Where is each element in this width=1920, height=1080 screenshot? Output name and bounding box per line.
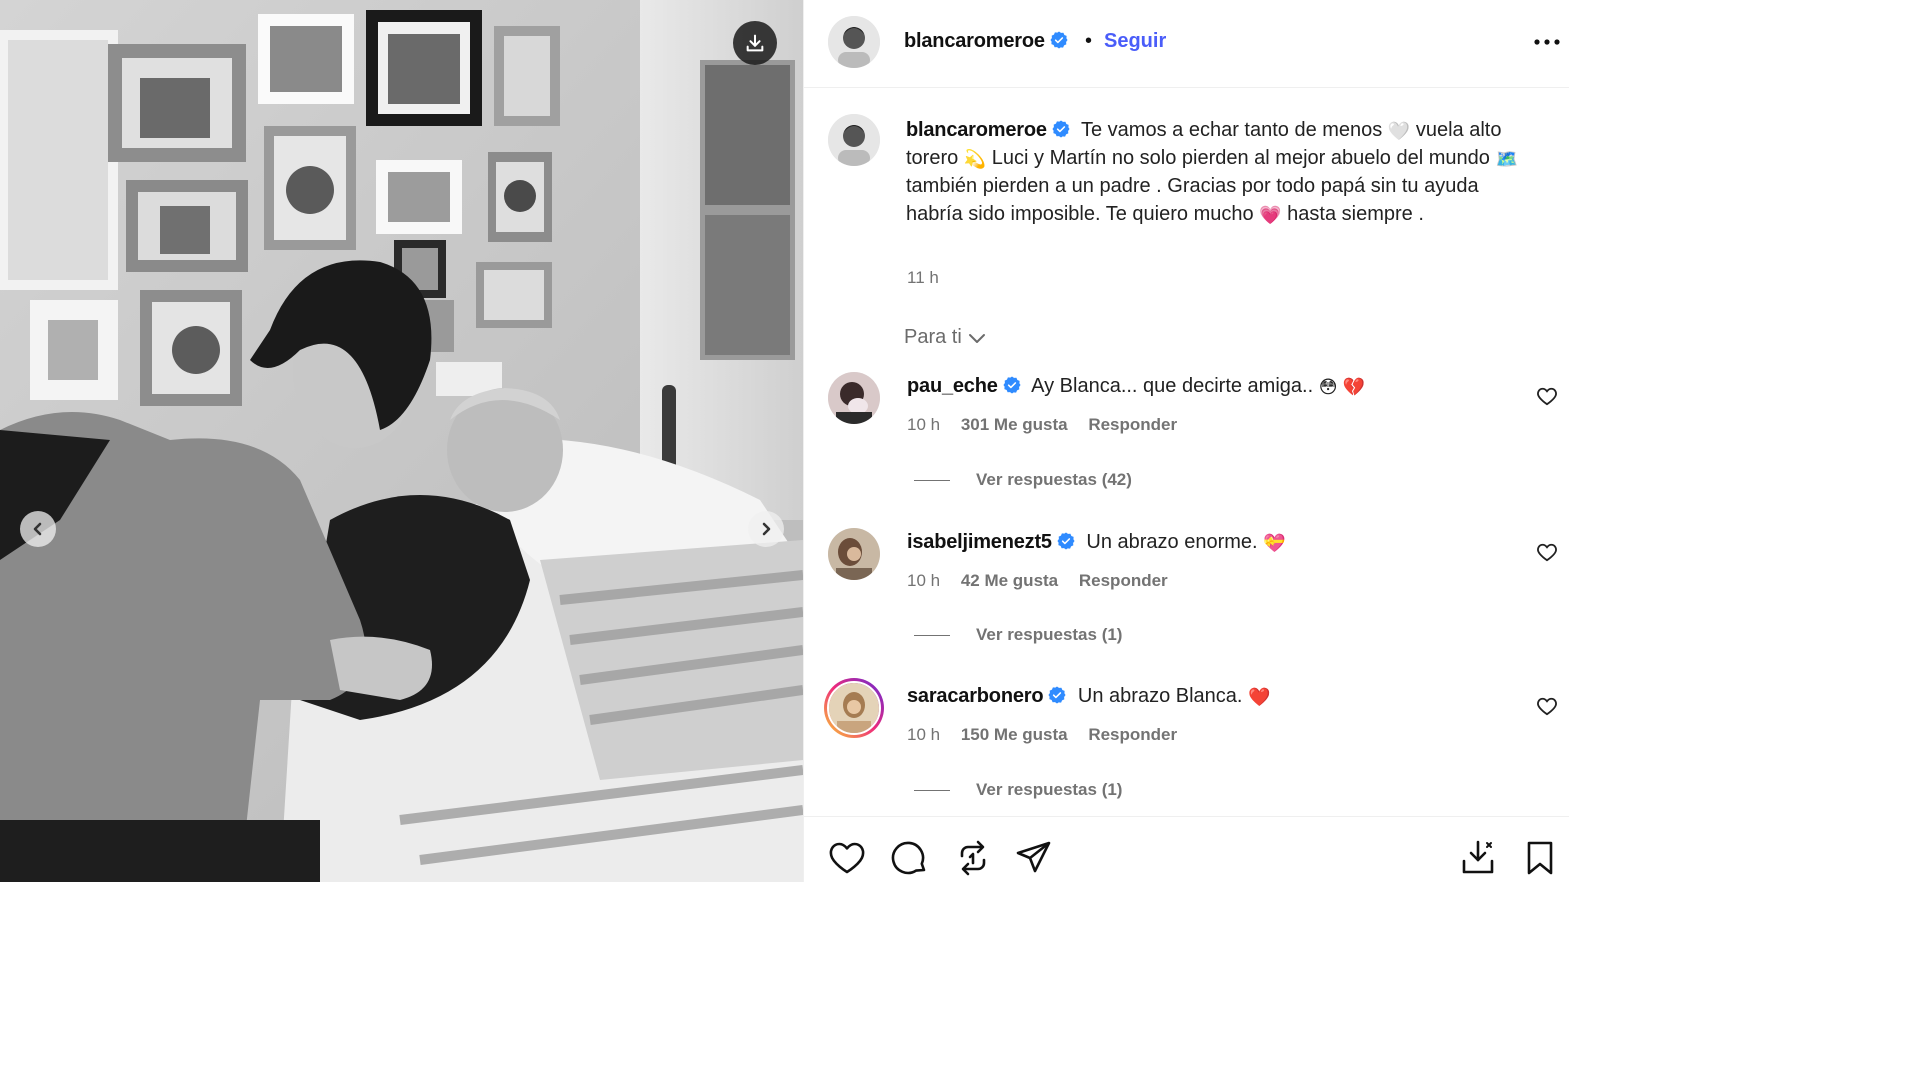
reply-button[interactable]: Responder <box>1088 415 1177 434</box>
verified-badge-icon <box>1050 31 1068 49</box>
verified-badge-icon <box>1003 376 1021 394</box>
white-heart-emoji: 🤍 <box>1387 121 1411 141</box>
dizzy-emoji: 💫 <box>963 149 987 169</box>
comment-icon[interactable] <box>891 839 929 877</box>
view-replies-label: Ver respuestas (1) <box>976 625 1123 644</box>
caption-username[interactable]: blancaromeroe <box>906 119 1070 141</box>
more-options-icon[interactable] <box>1532 30 1562 54</box>
replies-divider <box>914 790 950 792</box>
comment-timestamp: 10 h <box>907 725 941 744</box>
comment-avatar[interactable] <box>828 372 880 424</box>
comment-emoji: 💝 <box>1263 533 1286 553</box>
repost-icon[interactable] <box>954 839 992 877</box>
post-photo <box>0 0 803 882</box>
view-replies-label: Ver respuestas (42) <box>976 470 1132 489</box>
caption-segment: Luci y Martín no solo pierden al mejor a… <box>991 147 1490 169</box>
comments-filter-dropdown[interactable]: Para ti <box>904 326 986 349</box>
caption-timestamp: 11 h <box>907 268 939 287</box>
verified-badge-icon <box>1048 686 1066 704</box>
comments-filter-label: Para ti <box>904 326 962 348</box>
author-avatar[interactable] <box>828 16 880 68</box>
caption-segment: Te vamos a echar tanto de menos <box>1081 119 1383 141</box>
comment-username[interactable]: isabeljimenezt5 <box>907 531 1075 553</box>
comment-avatar[interactable] <box>828 528 880 580</box>
map-emoji: 🗺️ <box>1495 149 1518 169</box>
post-action-bar <box>804 816 1569 882</box>
save-download-icon[interactable] <box>1459 839 1497 877</box>
view-replies-button[interactable]: Ver respuestas (42) <box>914 470 1132 490</box>
comment-text: pau_eche Ay Blanca... que decirte amiga.… <box>907 375 1365 398</box>
comment-message: Un abrazo Blanca. <box>1077 685 1243 707</box>
verified-badge-icon <box>1057 532 1075 550</box>
comment-avatar-story[interactable] <box>824 678 884 738</box>
view-replies-button[interactable]: Ver respuestas (1) <box>914 780 1122 800</box>
comment-timestamp: 10 h <box>907 415 941 434</box>
caption-avatar[interactable] <box>828 114 880 166</box>
chevron-down-icon <box>968 334 985 343</box>
heart-icon[interactable] <box>1536 696 1558 716</box>
post-image <box>0 0 803 882</box>
download-button[interactable] <box>733 21 777 65</box>
comment-meta: 10 h 42 Me gusta Responder <box>907 571 1184 591</box>
post-side-panel: blancaromeroe • Seguir blancaromeroe Te … <box>803 0 1569 882</box>
reply-button[interactable]: Responder <box>1079 571 1168 590</box>
download-icon <box>746 34 764 52</box>
comment-username[interactable]: saracarbonero <box>907 685 1066 707</box>
comment-text: saracarbonero Un abrazo Blanca. ❤️ <box>907 685 1270 708</box>
comment-likes[interactable]: 301 Me gusta <box>961 415 1068 434</box>
chevron-right-icon <box>762 522 771 536</box>
author-username[interactable]: blancaromeroe <box>904 30 1068 53</box>
carousel-next-button[interactable] <box>748 511 784 547</box>
verified-badge-icon <box>1052 120 1070 138</box>
view-replies-label: Ver respuestas (1) <box>976 780 1123 799</box>
comment-username[interactable]: pau_eche <box>907 375 1021 397</box>
post-header: blancaromeroe • Seguir <box>804 0 1569 88</box>
caption-text: blancaromeroe Te vamos a echar tanto de … <box>906 116 1536 228</box>
comment-message: Ay Blanca... que decirte amiga.. <box>1031 375 1314 397</box>
chevron-left-icon <box>33 522 42 536</box>
reply-button[interactable]: Responder <box>1088 725 1177 744</box>
pink-heart-emoji: 💗 <box>1259 205 1282 225</box>
view-replies-button[interactable]: Ver respuestas (1) <box>914 625 1122 645</box>
comment-meta: 10 h 150 Me gusta Responder <box>907 725 1193 745</box>
comment-emoji: 😳 💔 <box>1318 377 1365 397</box>
replies-divider <box>914 635 950 637</box>
comment-message: Un abrazo enorme. <box>1086 531 1258 553</box>
comment-meta: 10 h 301 Me gusta Responder <box>907 415 1193 435</box>
header-separator: • <box>1085 30 1093 52</box>
comment-likes[interactable]: 42 Me gusta <box>961 571 1058 590</box>
carousel-prev-button[interactable] <box>20 511 56 547</box>
replies-divider <box>914 480 950 482</box>
comment-text: isabeljimenezt5 Un abrazo enorme. 💝 <box>907 531 1286 554</box>
comment-timestamp: 10 h <box>907 571 941 590</box>
follow-button[interactable]: Seguir <box>1104 30 1166 53</box>
caption-segment: hasta siempre . <box>1287 203 1424 225</box>
share-icon[interactable] <box>1015 839 1053 877</box>
comment-emoji: ❤️ <box>1248 687 1271 707</box>
bookmark-icon[interactable] <box>1521 839 1559 877</box>
comment-likes[interactable]: 150 Me gusta <box>961 725 1068 744</box>
heart-icon[interactable] <box>1536 386 1558 406</box>
heart-icon[interactable] <box>1536 542 1558 562</box>
heart-icon[interactable] <box>828 839 866 877</box>
